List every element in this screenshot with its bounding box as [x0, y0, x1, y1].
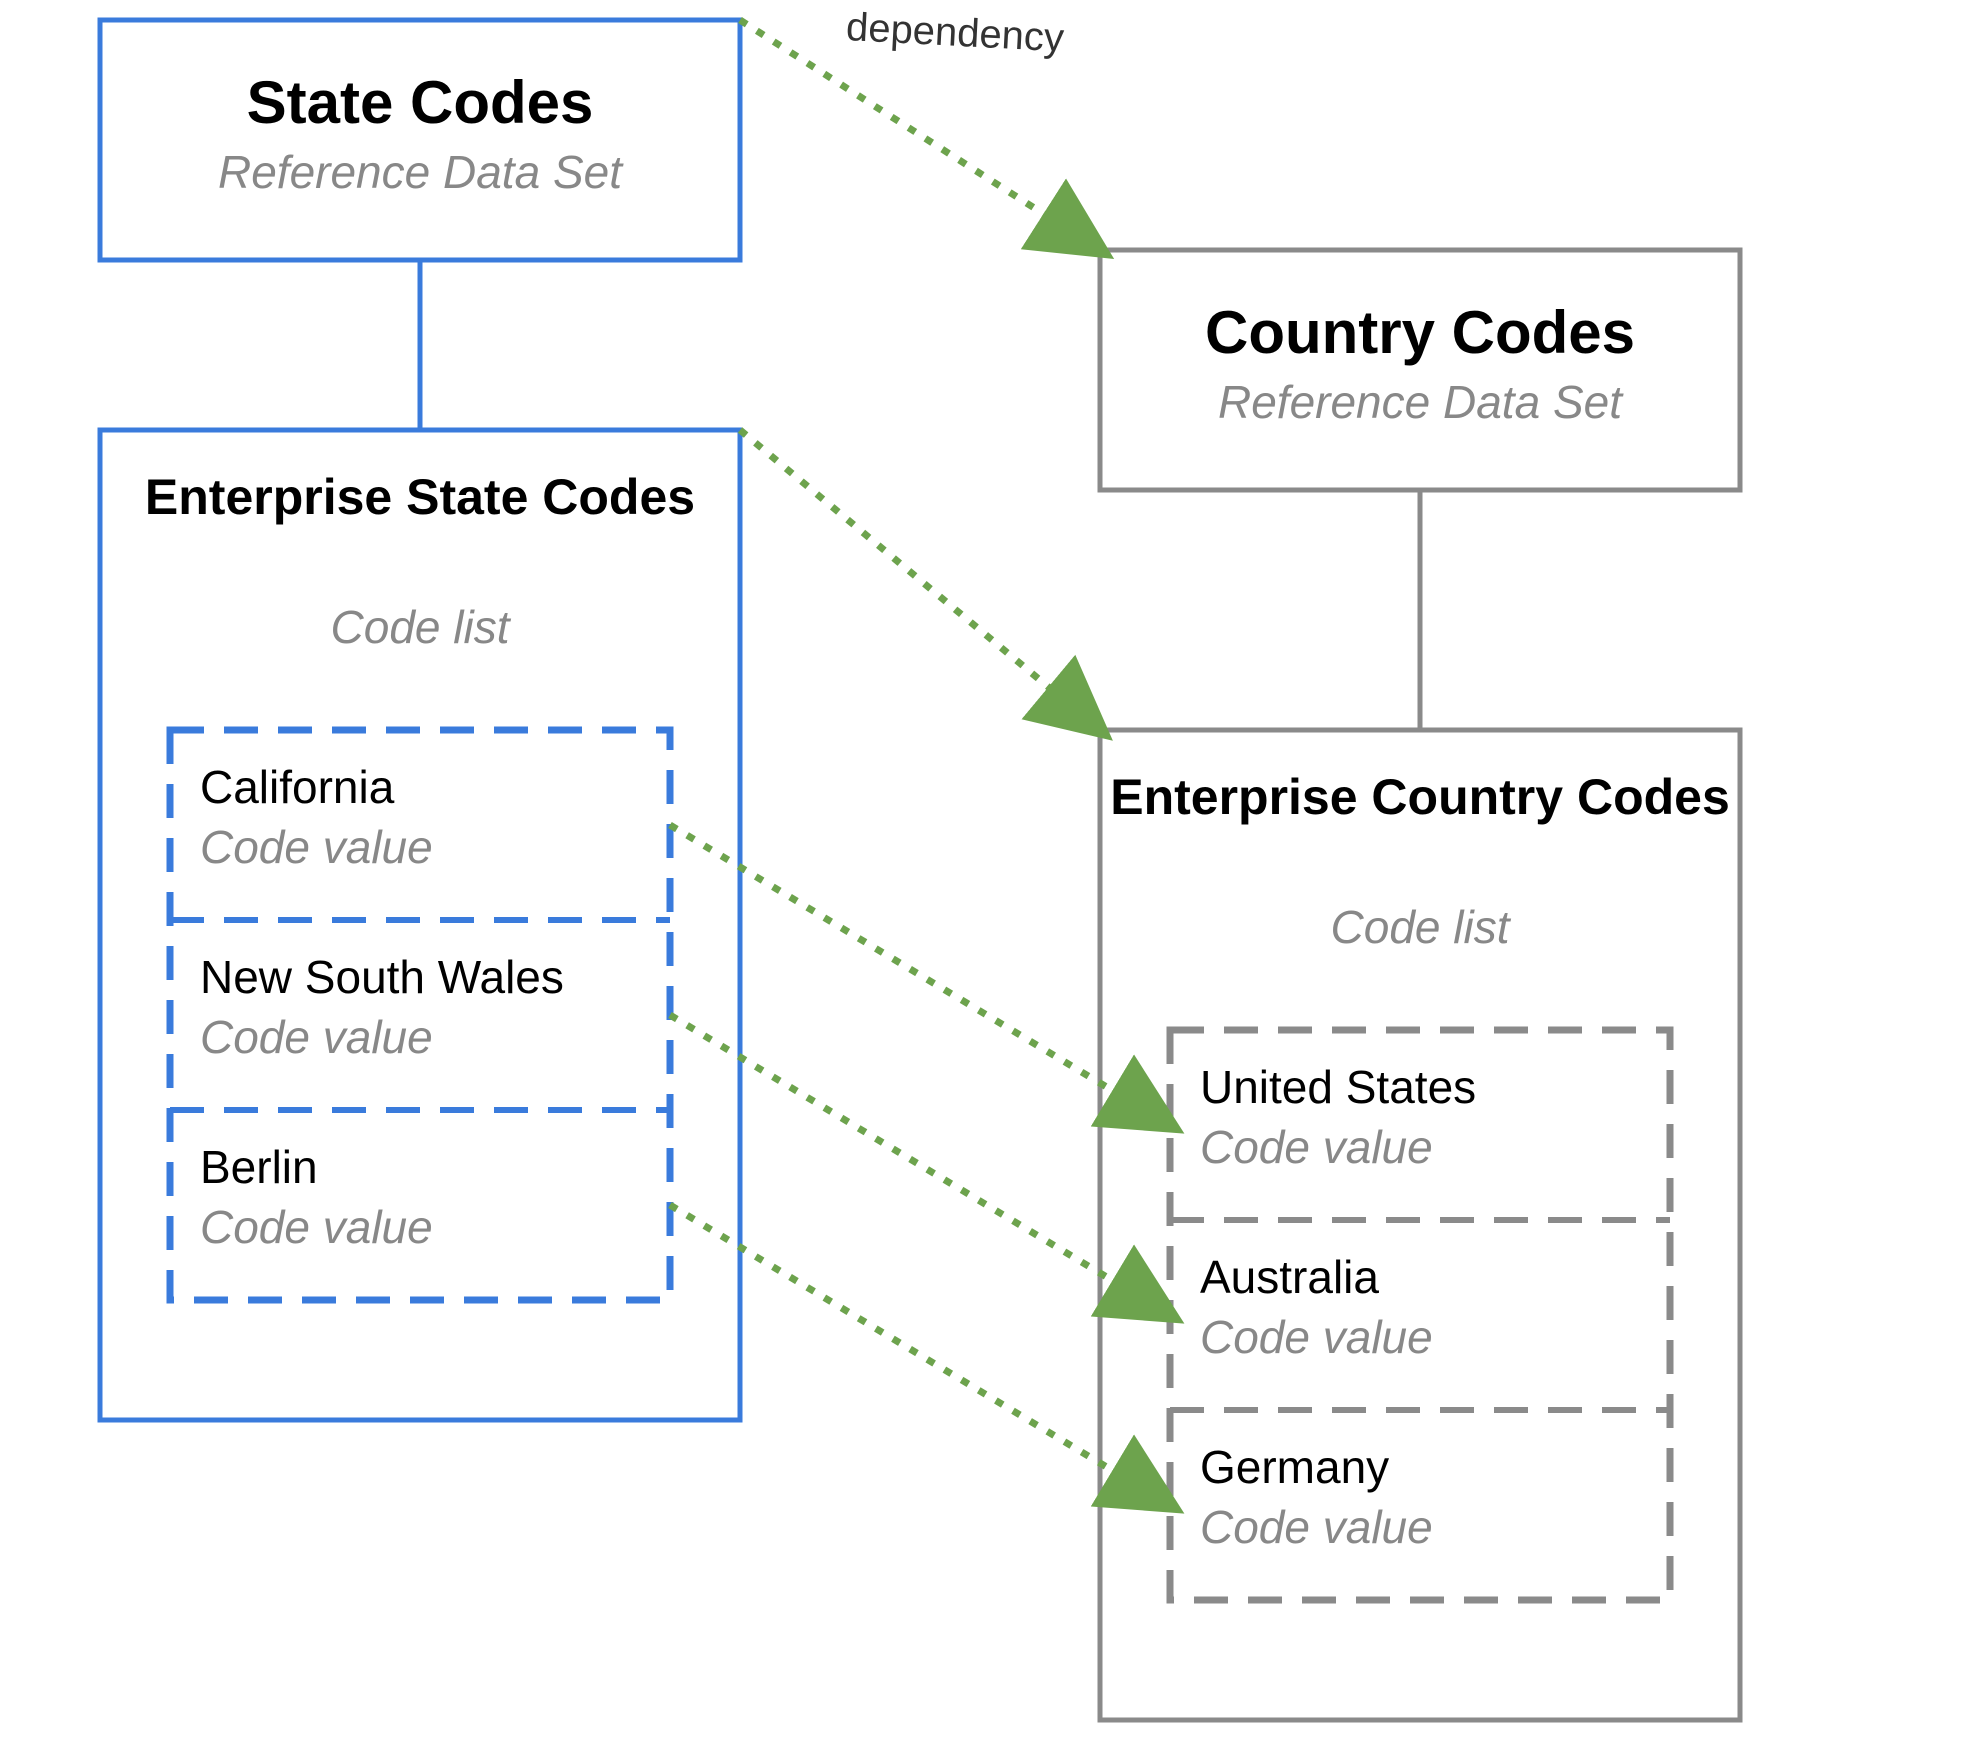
enterprise-state-title-text: Enterprise State Codes	[145, 469, 695, 525]
arrow-california-to-us	[670, 825, 1170, 1125]
state-value-2-sub: Code value	[200, 1200, 433, 1254]
enterprise-country-subtitle: Code list	[1100, 900, 1740, 954]
state-value-1-sub: Code value	[200, 1010, 433, 1064]
country-value-2-name: Germany	[1200, 1440, 1389, 1494]
box-state-codes	[100, 20, 740, 260]
state-codes-subtitle: Reference Data Set	[100, 145, 740, 199]
state-value-1-name: New South Wales	[200, 950, 564, 1004]
state-value-0-sub: Code value	[200, 820, 433, 874]
enterprise-state-title: Enterprise State Codes	[100, 470, 740, 525]
arrow-berlin-to-germany	[670, 1205, 1170, 1505]
country-value-1-sub: Code value	[1200, 1310, 1433, 1364]
arrow-nsw-to-australia	[670, 1015, 1170, 1315]
enterprise-state-subtitle: Code list	[100, 600, 740, 654]
diagram-canvas: dependency State Codes Reference Data Se…	[0, 0, 1968, 1744]
country-value-0-name: United States	[1200, 1060, 1476, 1114]
state-codes-title: State Codes	[100, 70, 740, 136]
box-country-codes	[1100, 250, 1740, 490]
country-value-2-sub: Code value	[1200, 1500, 1433, 1554]
country-codes-subtitle: Reference Data Set	[1100, 375, 1740, 429]
box-enterprise-country-codes	[1100, 730, 1740, 1720]
enterprise-country-title: Enterprise Country Codes	[1100, 770, 1740, 825]
state-value-0-name: California	[200, 760, 394, 814]
country-value-0-sub: Code value	[1200, 1120, 1433, 1174]
arrow-enterprise-state-to-country	[740, 430, 1100, 730]
country-value-1-name: Australia	[1200, 1250, 1379, 1304]
state-value-2-name: Berlin	[200, 1140, 318, 1194]
country-codes-title: Country Codes	[1100, 300, 1740, 366]
enterprise-country-title-text: Enterprise Country Codes	[1110, 769, 1730, 825]
box-enterprise-state-codes	[100, 430, 740, 1420]
